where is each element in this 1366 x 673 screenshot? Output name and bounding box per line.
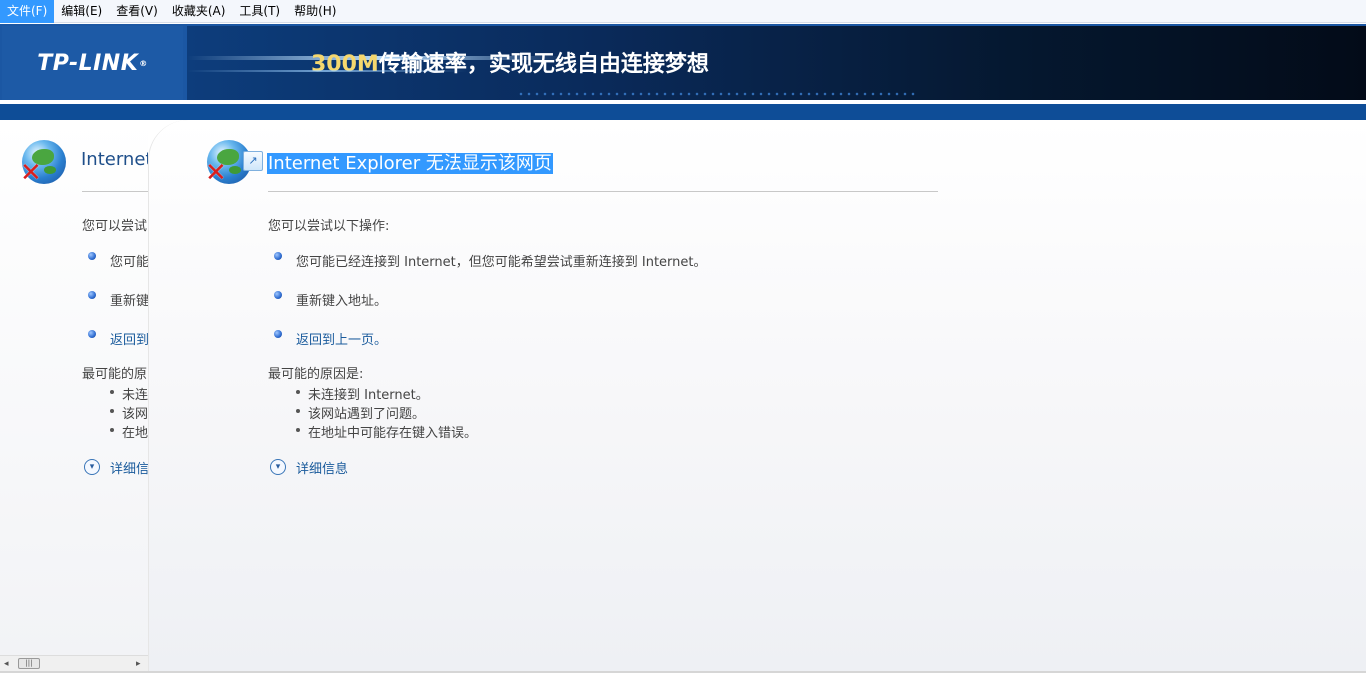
- slogan-number: 300M: [311, 52, 379, 77]
- back-link[interactable]: 返回到上一页。: [296, 329, 387, 348]
- details-link[interactable]: 详细信息: [296, 458, 348, 477]
- banner-slogan-area: 300M传输速率，实现无线自由连接梦想: [187, 26, 1366, 100]
- logo-registered-mark: ®: [139, 58, 148, 68]
- blue-ball-bullet-icon: [274, 252, 282, 260]
- dot-bullet-icon: [110, 390, 114, 394]
- error-x-icon: ✕: [205, 158, 227, 188]
- chevron-down-circle-icon[interactable]: ▾: [84, 459, 100, 475]
- banner-slogan: 300M传输速率，实现无线自由连接梦想: [311, 46, 709, 78]
- action-retype: 重新键入地址。: [296, 294, 388, 309]
- banner-dot-pattern: [517, 90, 917, 98]
- menubar: 文件(F) 编辑(E) 查看(V) 收藏夹(A) 工具(T) 帮助(H): [0, 0, 1366, 23]
- menu-help[interactable]: 帮助(H): [287, 0, 343, 23]
- menu-edit[interactable]: 编辑(E): [54, 0, 109, 23]
- menu-file[interactable]: 文件(F): [0, 0, 55, 23]
- blue-ball-bullet-icon: [274, 291, 282, 299]
- scroll-left-arrow-icon[interactable]: ◂: [4, 659, 9, 669]
- tp-link-banner: TP-LINK ® 300M传输速率，实现无线自由连接梦想: [0, 24, 1366, 120]
- dot-bullet-icon: [110, 428, 114, 432]
- left-action-2: 重新键: [110, 294, 148, 309]
- main-frame: ✕ ↗ Internet Explorer 无法显示该网页 您可以尝试以下操作:…: [148, 120, 1366, 673]
- menu-tools[interactable]: 工具(T): [232, 0, 287, 23]
- cause-header: 最可能的原因是:: [268, 367, 364, 382]
- scroll-right-arrow-icon[interactable]: ▸: [136, 659, 141, 669]
- blue-ball-bullet-icon: [88, 330, 96, 338]
- left-cause-2: 该网: [122, 407, 148, 422]
- page-title-text: Internet Explorer 无法显示该网页: [267, 153, 553, 174]
- left-try-header: 您可以尝试: [82, 219, 148, 234]
- blue-ball-bullet-icon: [88, 291, 96, 299]
- blue-ball-bullet-icon: [88, 252, 96, 260]
- forward-arrow-icon: ↗: [243, 151, 263, 171]
- logo-text: TP-LINK: [37, 50, 139, 76]
- left-details-link[interactable]: 详细信: [110, 458, 148, 477]
- left-separator: [82, 191, 148, 192]
- slogan-text: 传输速率，实现无线自由连接梦想: [378, 52, 709, 77]
- dot-bullet-icon: [296, 428, 300, 432]
- left-back-link[interactable]: 返回到: [110, 329, 148, 348]
- menu-favorites[interactable]: 收藏夹(A): [165, 0, 233, 23]
- chevron-down-circle-icon[interactable]: ▾: [270, 459, 286, 475]
- left-action-1: 您可能: [110, 255, 148, 270]
- page-title: Internet Explorer 无法显示该网页: [267, 149, 553, 175]
- left-cause-3: 在地: [122, 426, 148, 441]
- dot-bullet-icon: [296, 390, 300, 394]
- left-cause-header: 最可能的原: [82, 367, 148, 382]
- left-page-title: Internet: [81, 149, 148, 170]
- dot-bullet-icon: [296, 409, 300, 413]
- left-frame: ✕ Internet 您可以尝试 您可能 重新键 返回到 最可能的原 未连 该网…: [0, 120, 148, 656]
- cause-no-internet: 未连接到 Internet。: [308, 388, 429, 403]
- menu-view[interactable]: 查看(V): [109, 0, 165, 23]
- title-separator: [268, 191, 938, 192]
- tp-link-logo: TP-LINK ®: [2, 26, 183, 100]
- try-header: 您可以尝试以下操作:: [268, 219, 390, 234]
- dot-bullet-icon: [110, 409, 114, 413]
- error-x-icon: ✕: [20, 158, 42, 188]
- action-reconnect: 您可能已经连接到 Internet，但您可能希望尝试重新连接到 Internet…: [296, 255, 707, 270]
- horizontal-scrollbar[interactable]: ◂ ||| ▸: [0, 655, 148, 671]
- banner-bottom-bar: [0, 104, 1366, 120]
- scroll-thumb[interactable]: |||: [18, 658, 40, 669]
- ie-error-globe-icon: ✕: [20, 140, 70, 188]
- cause-site-problem: 该网站遇到了问题。: [308, 407, 426, 422]
- blue-ball-bullet-icon: [274, 330, 282, 338]
- cause-typo: 在地址中可能存在键入错误。: [308, 426, 478, 441]
- left-cause-1: 未连: [122, 388, 148, 403]
